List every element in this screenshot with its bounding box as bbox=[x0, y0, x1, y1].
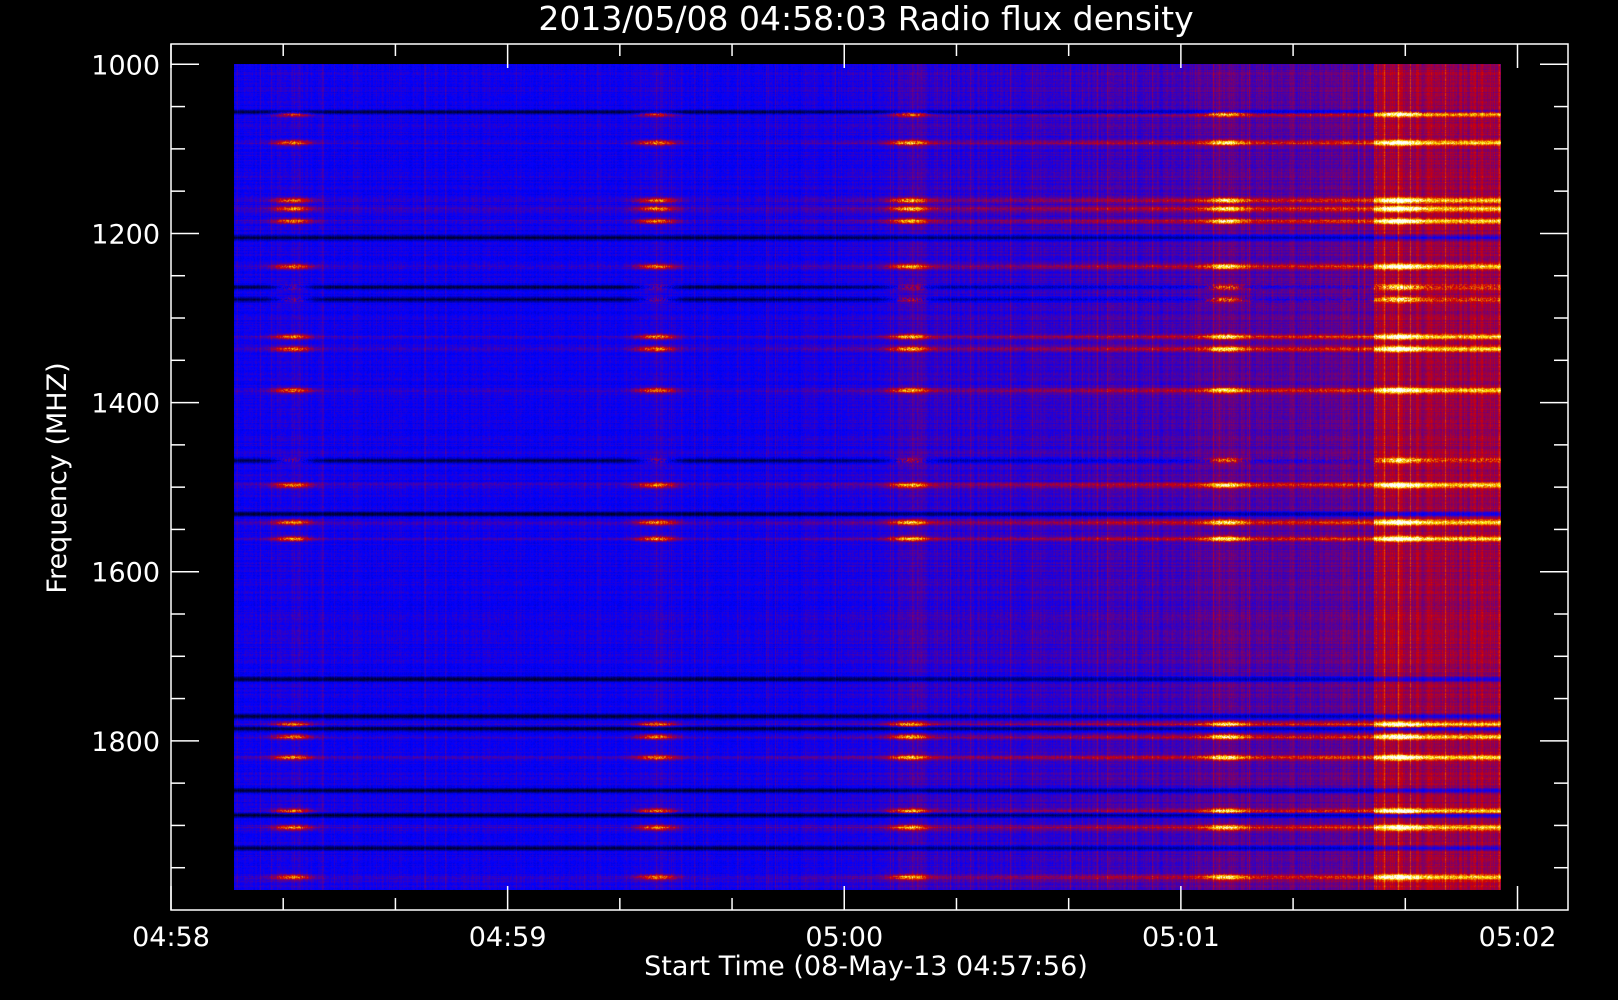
y-tick-label: 1400 bbox=[91, 389, 160, 420]
spectrogram-image-wrap bbox=[234, 64, 1501, 890]
x-tick-label: 05:01 bbox=[1142, 922, 1220, 953]
y-tick-label: 1000 bbox=[91, 50, 160, 81]
y-tick-label: 1200 bbox=[91, 219, 160, 250]
chart-title: 2013/05/08 04:58:03 Radio flux density bbox=[538, 0, 1193, 38]
x-tick-label: 05:02 bbox=[1479, 922, 1557, 953]
x-tick-label: 05:00 bbox=[805, 922, 883, 953]
spectrogram-image bbox=[234, 64, 1501, 890]
y-axis-label: Frequency (MHZ) bbox=[42, 362, 73, 593]
y-tick-label: 1800 bbox=[91, 727, 160, 758]
x-axis-label: Start Time (08-May-13 04:57:56) bbox=[644, 951, 1088, 982]
x-tick-label: 04:58 bbox=[132, 922, 210, 953]
y-tick-label: 1600 bbox=[91, 558, 160, 589]
spectrogram-figure: 2013/05/08 04:58:03 Radio flux density 0… bbox=[0, 0, 1618, 1000]
x-tick-label: 04:59 bbox=[469, 922, 547, 953]
